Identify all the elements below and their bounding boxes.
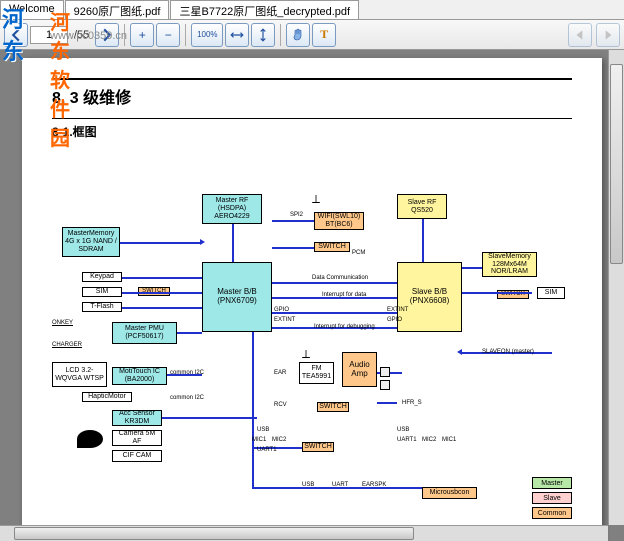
block-haptic: HapticMotor <box>82 392 132 402</box>
block-master-rf: Master RF (HSDPA) AERO4229 <box>202 194 262 224</box>
page-total-label: /55 <box>74 29 89 41</box>
next-page-button[interactable] <box>95 23 119 47</box>
label-int-debug: Interrupt for debugging <box>314 324 375 330</box>
label-ear: EAR <box>274 370 286 376</box>
block-master-memory: MasterMemory 4G x 1G NAND / SDRAM <box>62 227 120 257</box>
zoom-in-button[interactable]: + <box>130 23 154 47</box>
tab-bar: Welcome 9260原厂图纸.pdf 三星B7722原厂图纸_decrypt… <box>0 0 624 20</box>
block-camera: Camera 5M AF <box>112 430 162 446</box>
label-spi2: SPI2 <box>290 212 303 218</box>
label-usb3: USB <box>302 482 314 488</box>
label-common-i2c2: common I2C <box>170 395 204 401</box>
label-rcv: RCV <box>274 402 287 408</box>
camera-icon <box>77 430 103 448</box>
block-tflash: T-Flash <box>82 302 122 312</box>
block-sim2: SIM <box>537 287 565 299</box>
block-audio-amp: Audio Amp <box>342 352 377 387</box>
hand-tool-button[interactable] <box>286 23 310 47</box>
legend-slave: Slave <box>532 492 572 504</box>
vertical-scrollbar[interactable] <box>608 50 624 525</box>
block-touch: MotiTouch IC (BA2000) <box>112 367 167 385</box>
block-switch-2: SWITCH <box>317 402 349 412</box>
block-lcd: LCD 3.2- WQVGA WTSP <box>52 362 107 387</box>
zoom-out-button[interactable]: − <box>156 23 180 47</box>
document-viewer[interactable]: 8. 3 级维修 8-1.框图 ⟂ ⟂ MasterMemory 4G x 1G… <box>0 50 624 541</box>
label-uart1: UART1 <box>257 447 277 453</box>
label-common-i2c: common I2C <box>170 370 204 376</box>
label-usb: USB <box>257 427 269 433</box>
legend-master: Master <box>532 477 572 489</box>
label-datacomm: Data Communication <box>312 275 368 281</box>
pdf-page: 8. 3 级维修 8-1.框图 ⟂ ⟂ MasterMemory 4G x 1G… <box>22 58 602 541</box>
block-slave-rf: Slave RF QS520 <box>397 194 447 219</box>
zoom-level-button[interactable]: 100% <box>191 23 223 47</box>
speaker-icon <box>380 380 390 390</box>
block-sim1: SIM <box>82 287 122 297</box>
tab-doc1[interactable]: 9260原厂图纸.pdf <box>65 0 170 19</box>
nav-back-button[interactable] <box>568 23 592 47</box>
fit-width-button[interactable] <box>225 23 249 47</box>
diagram-legend: Master Slave Common <box>532 477 572 522</box>
legend-common: Common <box>532 507 572 519</box>
antenna-icon: ⟂ <box>302 347 310 362</box>
block-keypad: Keypad <box>82 272 122 282</box>
label-int-data: Interrupt for data <box>322 292 366 298</box>
section-title: 8. 3 级维修 <box>52 84 572 108</box>
label-onkey: ONKEY <box>52 320 73 326</box>
label-extint: EXTINT <box>274 317 295 323</box>
label-mic1: MIC1 <box>252 437 266 443</box>
label-gpio: GPIO <box>274 307 289 313</box>
block-switch-1: SWITCH <box>314 242 350 252</box>
label-mic2b: MIC2 <box>422 437 436 443</box>
label-pcm: PCM <box>352 250 365 256</box>
label-uart: UART <box>332 482 348 488</box>
page-input[interactable] <box>30 26 68 44</box>
block-wifi: WIFI(SWL10) BT(BC6) <box>314 212 364 230</box>
label-mic2: MIC2 <box>272 437 286 443</box>
block-switch-3: SWITCH <box>302 442 334 452</box>
antenna-icon: ⟂ <box>312 192 320 207</box>
block-diagram: ⟂ ⟂ MasterMemory 4G x 1G NAND / SDRAM Ke… <box>52 152 572 532</box>
horizontal-scrollbar[interactable] <box>0 525 608 541</box>
label-usb2: USB <box>397 427 409 433</box>
block-master-pmu: Master PMU (PCF50617) <box>112 322 177 344</box>
label-slaveon: SLAVEON (master) <box>482 349 534 355</box>
block-fm: FM TEA5991 <box>299 362 334 384</box>
toolbar: /55 + − 100% T <box>0 20 624 50</box>
nav-fwd-button[interactable] <box>596 23 620 47</box>
speaker-icon <box>380 367 390 377</box>
block-cifcam: CIF CAM <box>112 450 162 462</box>
fit-page-button[interactable] <box>251 23 275 47</box>
tab-doc2[interactable]: 三星B7722原厂图纸_decrypted.pdf <box>170 0 359 19</box>
block-microusb: Microusbcon <box>422 487 477 499</box>
subsection-title: 8-1.框图 <box>52 123 572 140</box>
text-select-button[interactable]: T <box>312 23 336 47</box>
label-extint2: EXTINT <box>387 307 408 313</box>
block-slave-memory: SlaveMemory 128Mx64M NOR/LRAM <box>482 252 537 277</box>
label-mic1b: MIC1 <box>442 437 456 443</box>
label-gpio2: GPIO <box>387 317 402 323</box>
label-earspk: EARSPK <box>362 482 386 488</box>
label-hfr: HFR_S <box>402 400 422 406</box>
label-charger: CHARGER <box>52 342 82 348</box>
block-slave-bb: Slave B/B (PNX6608) <box>397 262 462 332</box>
prev-page-button[interactable] <box>4 23 28 47</box>
block-acc: Acc Sensor KR3DM <box>112 410 162 426</box>
block-master-bb: Master B/B (PNX6709) <box>202 262 272 332</box>
label-uart1b: UART1 <box>397 437 417 443</box>
tab-welcome[interactable]: Welcome <box>0 0 64 19</box>
